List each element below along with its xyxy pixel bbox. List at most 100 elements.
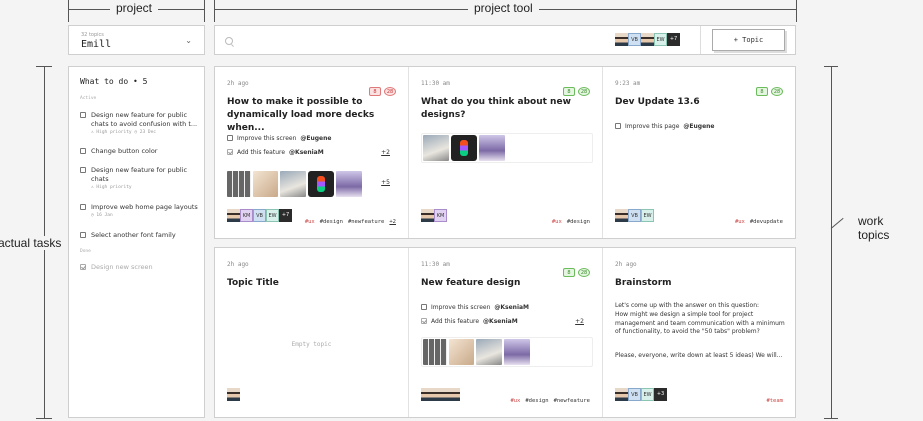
attachment-thumbnail[interactable]: [423, 339, 447, 365]
avatar: [615, 33, 628, 46]
participants: VB EW: [615, 209, 654, 228]
task-checkbox[interactable]: [80, 148, 86, 154]
participants: VB EW +3: [615, 388, 667, 407]
attachment-thumbnail[interactable]: [253, 171, 278, 197]
avatar-more-count: +3: [654, 388, 667, 401]
task-checkbox[interactable]: [80, 232, 86, 238]
avatar: [641, 33, 654, 46]
mention[interactable]: @Eugene: [683, 123, 714, 130]
tag[interactable]: #ux: [510, 398, 520, 404]
attachment-thumbnail[interactable]: [280, 171, 306, 197]
task-checkbox[interactable]: [80, 204, 86, 210]
empty-topic-placeholder: Empty topic: [291, 341, 332, 348]
attachment-thumbnail[interactable]: [504, 339, 530, 365]
checkbox-checked[interactable]: [227, 149, 233, 155]
checkbox-checked[interactable]: [421, 318, 427, 324]
tag[interactable]: #team: [766, 398, 783, 404]
tasks-panel: What to do • 5 Active Design new feature…: [68, 66, 205, 418]
tag[interactable]: #design: [320, 219, 343, 225]
participants: KM: [421, 209, 447, 228]
mention[interactable]: @Eugene: [300, 135, 331, 142]
avatar: EW: [641, 209, 654, 222]
task-checkbox[interactable]: [80, 112, 86, 118]
attachment-thumbnail[interactable]: [476, 339, 502, 365]
task-meta: ⚠ High priority: [91, 185, 132, 190]
topic-tags: #ux #devupdate: [730, 219, 783, 225]
tag[interactable]: #ux: [552, 219, 562, 225]
attachment-thumbnails[interactable]: [421, 133, 593, 163]
mention[interactable]: @KseniaM: [289, 149, 324, 156]
attachment-thumbnail[interactable]: [479, 135, 505, 161]
topic-time: 2h ago: [227, 80, 249, 87]
search-icon[interactable]: [225, 37, 233, 45]
more-count[interactable]: +5: [381, 179, 390, 186]
checklist-text: Improve this screen: [431, 304, 491, 311]
mention[interactable]: @KseniaM: [494, 304, 529, 311]
checkbox[interactable]: [615, 123, 621, 129]
attachment-thumbnail[interactable]: [336, 171, 362, 197]
add-topic-button[interactable]: + Topic: [712, 29, 785, 51]
checklist-item[interactable]: Add this feature @KseniaM: [421, 318, 518, 325]
topic-badges: 8 28: [753, 78, 783, 97]
checkbox[interactable]: [227, 135, 233, 141]
task-item[interactable]: Design new feature for public chats ⚠ Hi…: [80, 166, 200, 191]
topic-badges: 8 28: [560, 78, 590, 97]
attachment-thumbnails[interactable]: [227, 171, 364, 197]
figma-icon[interactable]: [308, 171, 334, 197]
more-count[interactable]: +2: [575, 318, 584, 325]
member-avatars[interactable]: VB EW +7: [615, 33, 680, 52]
tag[interactable]: #newfeature: [554, 398, 590, 404]
tasks-title: What to do • 5: [80, 77, 148, 86]
annotation-project-tool: project tool: [468, 1, 539, 15]
avatar: EW: [266, 209, 279, 222]
figma-icon[interactable]: [451, 135, 477, 161]
avatar: [421, 388, 434, 401]
topic-time: 2h ago: [227, 261, 249, 268]
checklist-item[interactable]: Improve this screen @KseniaM: [421, 304, 529, 311]
attachment-thumbnail[interactable]: [227, 171, 251, 197]
task-item[interactable]: Design new feature for public chats to a…: [80, 111, 200, 136]
checkbox[interactable]: [421, 304, 427, 310]
topic-card[interactable]: 2h ago Brainstorm Let's come up with the…: [603, 248, 795, 417]
attachment-thumbnail[interactable]: [423, 135, 449, 161]
task-text: Improve web home page layouts: [91, 203, 198, 211]
tag[interactable]: #ux: [305, 219, 315, 225]
topic-card[interactable]: 11:30 am 8 28 New feature design Improve …: [409, 248, 602, 417]
more-count[interactable]: +2: [389, 219, 396, 225]
checklist-item[interactable]: Improve this page @Eugene: [615, 123, 715, 130]
topic-card[interactable]: 9:23 am 8 28 Dev Update 13.6 Improve this…: [603, 67, 795, 238]
attachment-thumbnails[interactable]: [421, 337, 593, 367]
attachment-thumbnail[interactable]: [449, 339, 474, 365]
annotation-tick: [204, 0, 205, 22]
avatar-more-count: +7: [667, 33, 680, 46]
task-checkbox[interactable]: [80, 167, 86, 173]
tag[interactable]: #newfeature: [348, 219, 384, 225]
topic-tags: #ux #design #newfeature +2: [300, 219, 396, 225]
task-item-done[interactable]: Design new screen: [80, 263, 200, 272]
task-item[interactable]: Change button color: [80, 147, 200, 156]
workspace-selector[interactable]: 32 topics Emill ⌄: [68, 25, 205, 55]
unread-badge: 8: [563, 268, 575, 277]
topic-description: Please, everyone, write down at least 5 …: [615, 352, 783, 359]
topic-card[interactable]: 2h ago Topic Title Empty topic: [215, 248, 408, 417]
more-count[interactable]: +2: [381, 149, 390, 156]
workspace-name: Emill: [81, 39, 112, 50]
comment-count-badge: 28: [578, 87, 590, 96]
topic-card[interactable]: 11:30 am 8 28 What do you think about new…: [409, 67, 602, 238]
task-item[interactable]: Select another font family: [80, 231, 200, 240]
checklist-item[interactable]: Add this feature @KseniaM: [227, 149, 324, 156]
avatar: [227, 388, 240, 401]
mention[interactable]: @KseniaM: [483, 318, 518, 325]
topic-badges: 8 28: [560, 259, 590, 278]
tag[interactable]: #design: [525, 398, 548, 404]
task-item[interactable]: Improve web home page layouts ◷ 16 Jan: [80, 203, 200, 219]
tag[interactable]: #design: [567, 219, 590, 225]
comment-count-badge: 28: [578, 268, 590, 277]
checklist-item[interactable]: Improve this screen @Eugene: [227, 135, 331, 142]
topic-card[interactable]: 2h ago 8 28 How to make it possible to dy…: [215, 67, 408, 238]
task-checkbox-checked[interactable]: [80, 264, 86, 270]
checklist-text: Improve this page: [625, 123, 680, 130]
topic-description: Let's come up with the answer on this qu…: [615, 302, 760, 309]
tag[interactable]: #ux: [735, 219, 745, 225]
tag[interactable]: #devupdate: [750, 219, 783, 225]
